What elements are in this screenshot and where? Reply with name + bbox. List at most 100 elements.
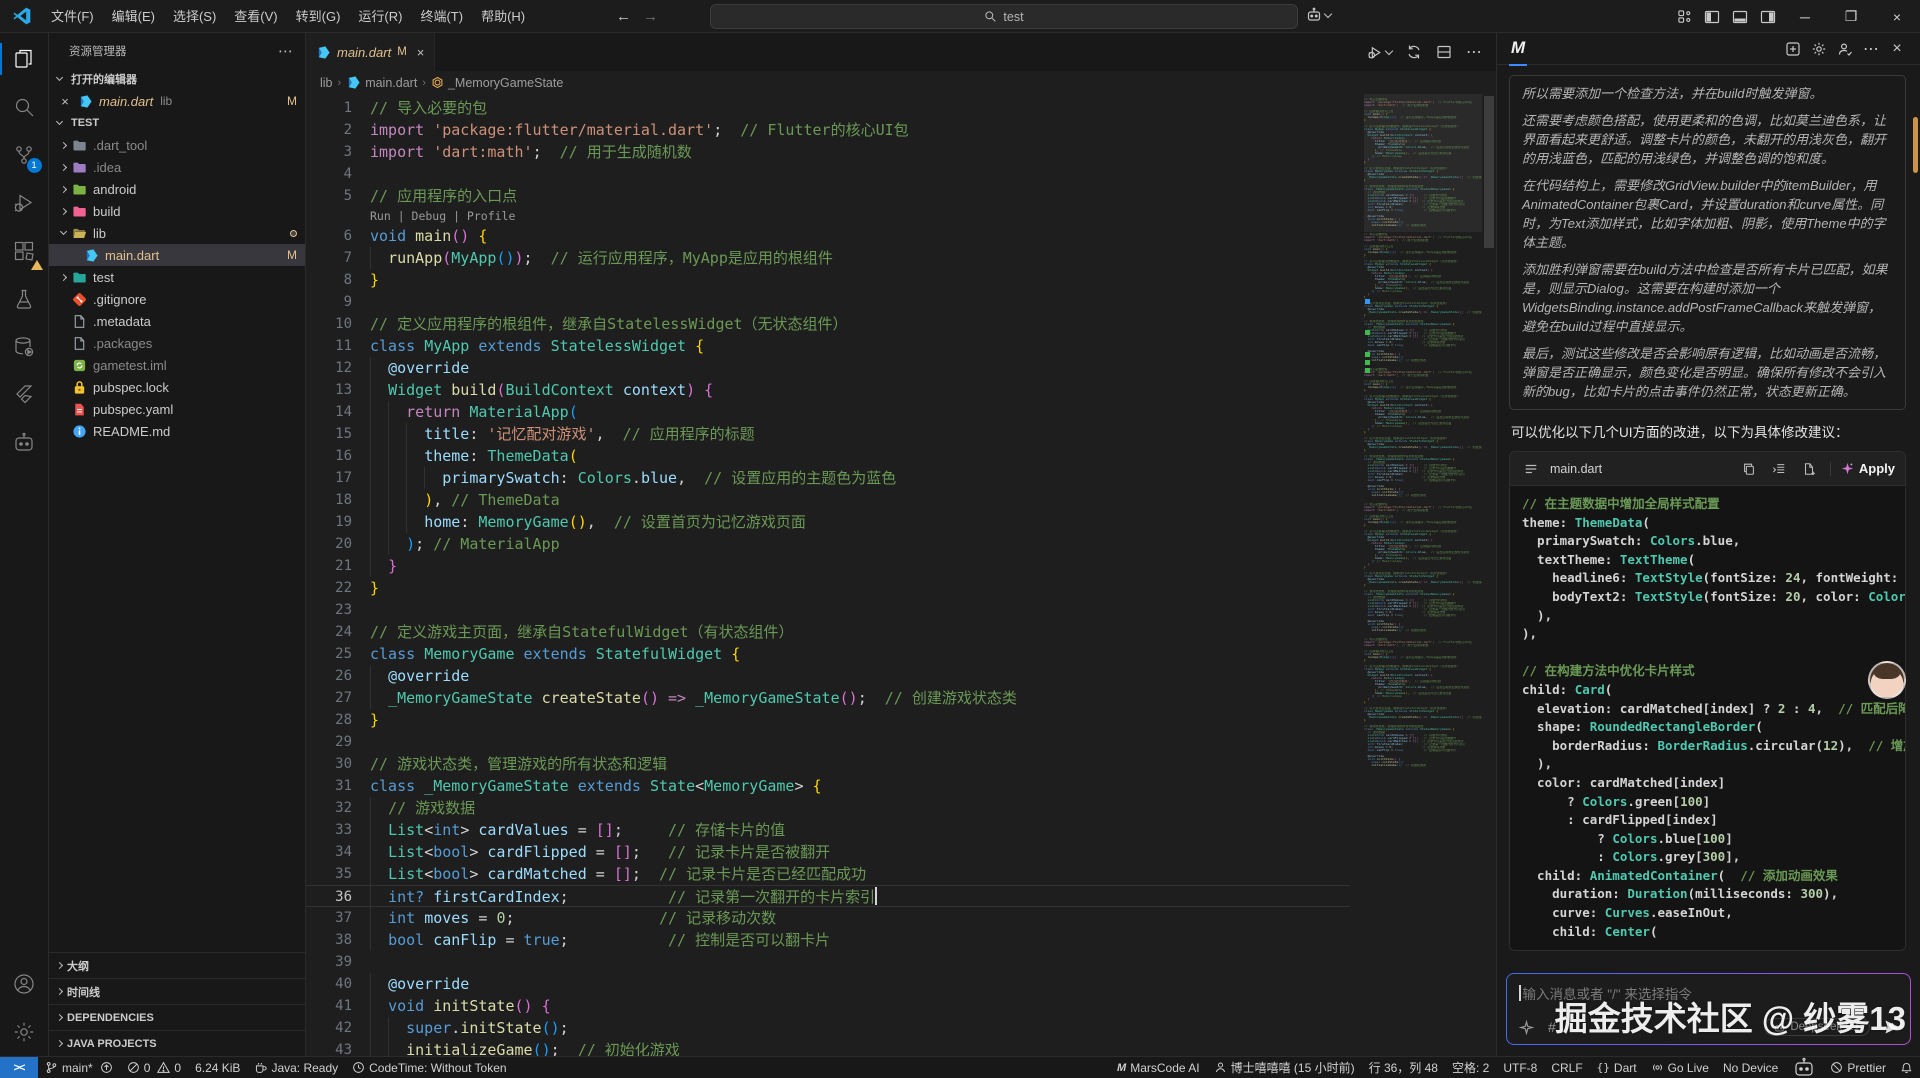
status-right-UTF8[interactable]: UTF-8 xyxy=(1496,1057,1544,1078)
code-line-40[interactable]: 40 @override xyxy=(306,973,1350,995)
floating-avatar[interactable] xyxy=(1868,661,1906,699)
project-root-header[interactable]: TEST xyxy=(49,112,305,134)
tree-item-README.md[interactable]: README.md xyxy=(49,420,305,442)
tree-item-pubspec.yaml[interactable]: pubspec.yaml xyxy=(49,398,305,420)
activity-extensions[interactable] xyxy=(0,227,49,275)
status-left-main[interactable]: main* xyxy=(38,1057,120,1078)
activity-testing[interactable] xyxy=(0,275,49,323)
skills-icon[interactable] xyxy=(1519,1020,1534,1035)
status-right-博士嘻嘻嘻15小时前[interactable]: 博士嘻嘻嘻 (15 小时前) xyxy=(1207,1057,1362,1078)
toggle-sidebar-button[interactable] xyxy=(1698,0,1726,33)
code-line-9[interactable]: 9 xyxy=(306,291,1350,313)
code-line-20[interactable]: 20 ); // MaterialApp xyxy=(306,533,1350,555)
code-line-16[interactable]: 16 theme: ThemeData( xyxy=(306,445,1350,467)
status-right-Dart[interactable]: {}Dart xyxy=(1590,1057,1644,1078)
code-line-22[interactable]: 22} xyxy=(306,577,1350,599)
apply-button[interactable]: Apply xyxy=(1841,461,1895,476)
status-right-NoDevice[interactable]: No Device xyxy=(1716,1057,1785,1078)
code-line-12[interactable]: 12 @override xyxy=(306,357,1350,379)
code-line-21[interactable]: 21 } xyxy=(306,555,1350,577)
tree-item-.gitignore[interactable]: .gitignore xyxy=(49,288,305,310)
menu-s[interactable]: 选择(S) xyxy=(164,0,225,33)
menu-e[interactable]: 编辑(E) xyxy=(103,0,164,33)
tree-item-build[interactable]: build xyxy=(49,200,305,222)
code-line-10[interactable]: 10// 定义应用程序的根组件，继承自StatelessWidget（无状态组件… xyxy=(306,313,1350,335)
code-line-23[interactable]: 23 xyxy=(306,599,1350,621)
tree-item-main.dart[interactable]: main.dartM xyxy=(49,244,305,266)
code-line-19[interactable]: 19 home: MemoryGame(), // 设置首页为记忆游戏页面 xyxy=(306,511,1350,533)
code-editor[interactable]: 1// 导入必要的包2import 'package:flutter/mater… xyxy=(306,94,1496,1056)
breadcrumb[interactable]: lib›main.dart›_MemoryGameState xyxy=(306,71,1496,94)
activity-settings[interactable] xyxy=(0,1008,49,1056)
ai-close-icon[interactable]: × xyxy=(1884,40,1910,58)
breadcrumb-item[interactable]: lib xyxy=(320,76,333,90)
status-right-robot[interactable] xyxy=(1785,1057,1823,1078)
codelens-run-debug-profile[interactable]: Run | Debug | Profile xyxy=(306,207,1350,225)
run-or-debug-button[interactable] xyxy=(1367,44,1392,61)
tab-main-dart[interactable]: main.dart M × xyxy=(306,33,435,71)
code-line-14[interactable]: 14 return MaterialApp( xyxy=(306,401,1350,423)
nav-forward-button[interactable]: → xyxy=(643,8,658,25)
new-chat-icon[interactable] xyxy=(1780,41,1806,57)
status-right-CRLF[interactable]: CRLF xyxy=(1544,1057,1589,1078)
tree-item-.dart_tool[interactable]: .dart_tool xyxy=(49,134,305,156)
menu-v[interactable]: 查看(V) xyxy=(225,0,286,33)
tree-item-.idea[interactable]: .idea xyxy=(49,156,305,178)
restore-button[interactable]: ❐ xyxy=(1828,0,1874,33)
menu-f[interactable]: 文件(F) xyxy=(42,0,103,33)
code-line-39[interactable]: 39 xyxy=(306,951,1350,973)
status-right-MarsCodeAI[interactable]: MMarsCode AI xyxy=(1110,1057,1207,1078)
code-line-43[interactable]: 43 initializeGame(); // 初始化游戏 xyxy=(306,1039,1350,1056)
status-left-624KiB[interactable]: 6.24 KiB xyxy=(188,1057,247,1078)
code-line-25[interactable]: 25class MemoryGame extends StatefulWidge… xyxy=(306,643,1350,665)
nav-back-button[interactable]: ← xyxy=(616,8,631,25)
code-line-26[interactable]: 26 @override xyxy=(306,665,1350,687)
tree-item-test[interactable]: test xyxy=(49,266,305,288)
sync-changes-icon[interactable] xyxy=(1406,44,1422,60)
code-line-2[interactable]: 2import 'package:flutter/material.dart';… xyxy=(306,119,1350,141)
code-line-28[interactable]: 28} xyxy=(306,709,1350,731)
sidebar-section-dependencies[interactable]: DEPENDENCIES xyxy=(49,1004,305,1030)
tree-item-.metadata[interactable]: .metadata xyxy=(49,310,305,332)
tree-item-pubspec.lock[interactable]: pubspec.lock xyxy=(49,376,305,398)
code-line-38[interactable]: 38 bool canFlip = true; // 控制是否可以翻卡片 xyxy=(306,929,1350,951)
editor-more-actions-icon[interactable]: ⋯ xyxy=(1466,42,1482,62)
code-line-7[interactable]: 7 runApp(MyApp()); // 运行应用程序，MyApp是应用的根组… xyxy=(306,247,1350,269)
status-right-Prettier[interactable]: Prettier xyxy=(1823,1057,1893,1078)
breadcrumb-item[interactable]: _MemoryGameState xyxy=(431,76,563,90)
open-editors-header[interactable]: 打开的编辑器 xyxy=(49,68,305,90)
status-right-GoLive[interactable]: Go Live xyxy=(1644,1057,1716,1078)
code-line-8[interactable]: 8} xyxy=(306,269,1350,291)
code-line-32[interactable]: 32 // 游戏数据 xyxy=(306,797,1350,819)
code-line-24[interactable]: 24// 定义游戏主页面，继承自StatefulWidget（有状态组件） xyxy=(306,621,1350,643)
tree-item-.packages[interactable]: .packages xyxy=(49,332,305,354)
code-line-5[interactable]: 5// 应用程序的入口点 xyxy=(306,185,1350,207)
customize-layout-button[interactable] xyxy=(1670,0,1698,33)
toggle-secondary-sidebar-button[interactable] xyxy=(1754,0,1782,33)
code-line-6[interactable]: 6void main() { xyxy=(306,225,1350,247)
activity-source-control[interactable]: 1 xyxy=(0,131,49,179)
code-line-30[interactable]: 30// 游戏状态类，管理游戏的所有状态和逻辑 xyxy=(306,753,1350,775)
code-line-27[interactable]: 27 _MemoryGameState createState() => _Me… xyxy=(306,687,1350,709)
code-line-42[interactable]: 42 super.initState(); xyxy=(306,1017,1350,1039)
menu-g[interactable]: 转到(G) xyxy=(287,0,350,33)
code-line-37[interactable]: 37 int moves = 0; // 记录移动次数 xyxy=(306,907,1350,929)
ai-profile-icon[interactable] xyxy=(1832,41,1858,57)
status-left-0[interactable]: 00 xyxy=(120,1057,188,1078)
status-left-CodeTimeWithoutT[interactable]: CodeTime: Without Token xyxy=(345,1057,513,1078)
close-editor-icon[interactable]: × xyxy=(57,94,73,109)
editor-scrollbar[interactable] xyxy=(1482,94,1496,1056)
tree-item-lib[interactable]: lib xyxy=(49,222,305,244)
tree-item-android[interactable]: android xyxy=(49,178,305,200)
ai-more-icon[interactable]: ⋯ xyxy=(1858,39,1884,59)
ai-settings-icon[interactable] xyxy=(1806,41,1832,57)
sidebar-section-java-projects[interactable]: JAVA PROJECTS xyxy=(49,1030,305,1056)
breadcrumb-item[interactable]: main.dart xyxy=(346,75,417,90)
panel-scrollbar-thumb[interactable] xyxy=(1913,117,1918,173)
code-line-31[interactable]: 31class _MemoryGameState extends State<M… xyxy=(306,775,1350,797)
sidebar-more-icon[interactable]: ⋯ xyxy=(278,42,293,60)
activity-ai-assistant[interactable] xyxy=(0,419,49,467)
close-window-button[interactable]: × xyxy=(1874,0,1920,33)
menu-t[interactable]: 终端(T) xyxy=(411,0,472,33)
sidebar-section-时间线[interactable]: 时间线 xyxy=(49,978,305,1004)
